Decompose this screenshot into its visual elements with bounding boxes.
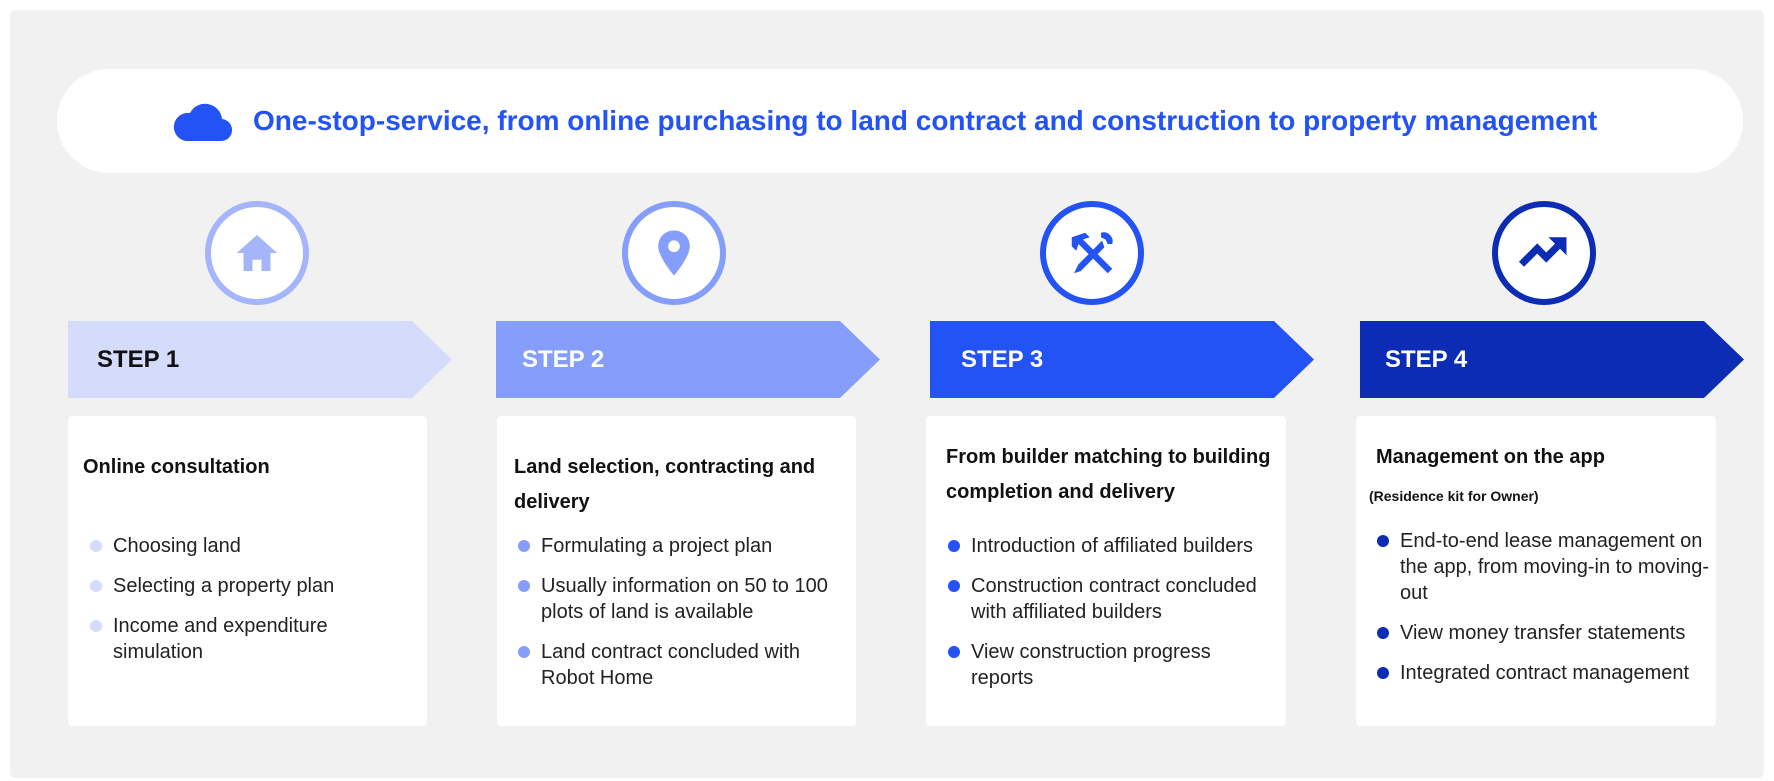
step-1-icon-circle <box>205 201 309 305</box>
step-3-card: From builder matching to building comple… <box>926 416 1286 726</box>
step-4-icon-circle <box>1492 201 1596 305</box>
step-2-heading: Land selection, contracting and delivery <box>514 456 816 513</box>
step-4-label: STEP 4 <box>1385 346 1468 373</box>
list-item: Choosing land <box>90 533 410 559</box>
step-2-label: STEP 2 <box>522 346 605 373</box>
list-item: View construction progress reports <box>948 639 1278 691</box>
list-item: Integrated contract management <box>1377 660 1712 686</box>
bullet-dot <box>518 540 530 552</box>
bullet-dot <box>1377 535 1389 547</box>
header-banner: One-stop-service, from online purchasing… <box>57 69 1743 173</box>
home-icon <box>236 235 278 271</box>
list-item: Usually information on 50 to 100 plots o… <box>518 573 838 625</box>
step-4-arrow: STEP 4 <box>1360 321 1744 398</box>
bullet-dot <box>90 580 102 592</box>
bullet-dot <box>518 580 530 592</box>
list-item: Income and expenditure simulation <box>90 613 410 665</box>
step-3-arrow: STEP 3 <box>930 321 1314 398</box>
cloud-icon <box>173 103 232 142</box>
step-3-label: STEP 3 <box>961 346 1044 373</box>
step-1-heading: Online consultation <box>83 456 270 478</box>
step-3-list: Introduction of affiliated builders Cons… <box>948 533 1278 705</box>
map-pin-icon <box>658 230 690 276</box>
bullet-dot <box>518 646 530 658</box>
list-item: End-to-end lease management on the app, … <box>1377 528 1712 606</box>
list-item: Land contract concluded with Robot Home <box>518 639 838 691</box>
trending-up-icon <box>1518 237 1567 267</box>
step-4-heading: Management on the app <box>1376 446 1605 468</box>
bullet-dot <box>1377 627 1389 639</box>
step-1-arrow: STEP 1 <box>68 321 452 398</box>
list-item: Construction contract concluded with aff… <box>948 573 1278 625</box>
list-item: View money transfer statements <box>1377 620 1712 646</box>
step-2-arrow: STEP 2 <box>496 321 880 398</box>
bullet-dot <box>90 540 102 552</box>
step-1-label: STEP 1 <box>97 346 180 373</box>
bullet-dot <box>948 646 960 658</box>
banner-title: One-stop-service, from online purchasing… <box>253 105 1598 136</box>
list-item: Introduction of affiliated builders <box>948 533 1278 559</box>
step-2-card: Land selection, contracting and delivery… <box>497 416 856 726</box>
list-item: Selecting a property plan <box>90 573 410 599</box>
step-1-card: Online consultation Choosing land Select… <box>68 416 427 726</box>
step-1-list: Choosing land Selecting a property plan … <box>90 533 410 679</box>
list-item: Formulating a project plan <box>518 533 838 559</box>
step-4-card: Management on the app (Residence kit for… <box>1356 416 1716 726</box>
bullet-dot <box>948 540 960 552</box>
bullet-dot <box>1377 667 1389 679</box>
step-3-icon-circle <box>1040 201 1144 305</box>
bullet-dot <box>90 620 102 632</box>
step-2-icon-circle <box>622 201 726 305</box>
step-2-list: Formulating a project plan Usually infor… <box>518 533 838 705</box>
step-3-heading: From builder matching to building comple… <box>946 446 1271 503</box>
step-4-subheading: (Residence kit for Owner) <box>1369 488 1539 504</box>
step-4-list: End-to-end lease management on the app, … <box>1377 528 1712 700</box>
tools-icon <box>1071 232 1113 274</box>
bullet-dot <box>948 580 960 592</box>
